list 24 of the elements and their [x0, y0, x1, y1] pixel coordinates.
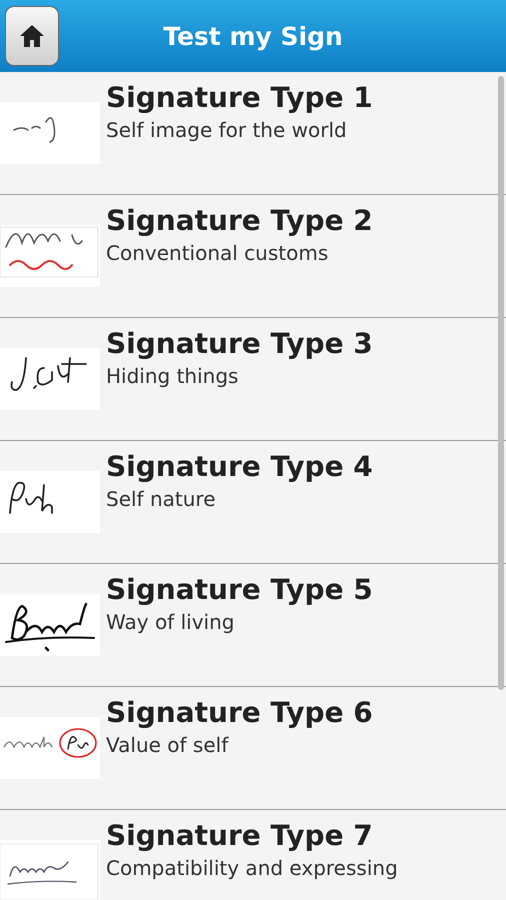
list-item[interactable]: Signature Type 4 Self nature [0, 441, 506, 564]
item-subtitle: Self nature [106, 486, 216, 513]
home-icon [19, 23, 45, 49]
item-subtitle: Compatibility and expressing [106, 855, 398, 882]
home-button[interactable] [5, 6, 59, 66]
screen-title: Test my Sign [163, 22, 343, 50]
item-subtitle: Value of self [106, 732, 230, 759]
list-item[interactable]: Signature Type 7 Compatibility and expressing [0, 810, 506, 900]
list-item[interactable]: Signature Type 5 Way of living [0, 564, 506, 687]
list-item[interactable]: Signature Type 6 Value of self [0, 687, 506, 810]
item-title: Signature Type 1 [106, 80, 373, 116]
item-subtitle: Conventional customs [106, 240, 330, 267]
item-subtitle: Way of living [106, 609, 236, 636]
item-title: Signature Type 3 [106, 326, 373, 362]
list-item[interactable]: Signature Type 1 Self image for the world [0, 72, 506, 195]
item-title: Signature Type 2 [106, 203, 373, 239]
item-title: Signature Type 5 [106, 572, 373, 608]
item-title: Signature Type 6 [106, 695, 373, 731]
item-subtitle: Hiding things [106, 363, 240, 390]
item-title: Signature Type 7 [106, 818, 374, 854]
list-item[interactable]: Signature Type 2 Conventional customs [0, 195, 506, 318]
item-title: Signature Type 4 [106, 449, 373, 485]
item-subtitle: Self image for the world [106, 117, 348, 144]
list-item[interactable]: Signature Type 3 Hiding things [0, 318, 506, 441]
